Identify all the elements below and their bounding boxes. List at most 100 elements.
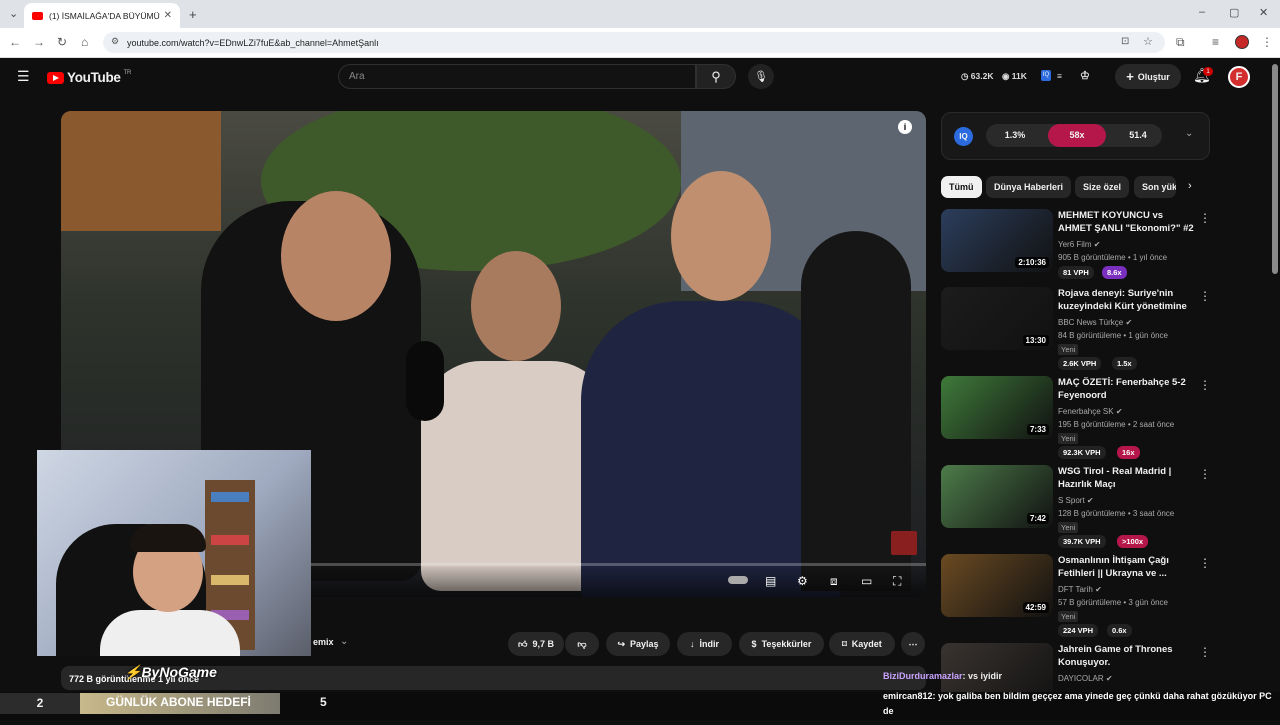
thanks-button[interactable]: $ Teşekkürler [739,632,824,656]
vph-badge: 2.6K VPH [1058,357,1102,370]
more-options-icon[interactable]: ⋮ [1199,645,1211,659]
trophy-icon[interactable]: ♔ [1080,69,1090,82]
verified-icon: ✔ [1115,407,1123,416]
download-label: İndir [699,639,720,649]
multiplier-badge: 8.6x [1102,266,1127,279]
dislike-button[interactable]: 👎︎ [565,632,599,656]
close-tab-icon[interactable]: ✕ [164,10,172,21]
chat-message: emircan812: yok galiba ben bildim geççez… [883,689,1280,719]
subtitles-icon[interactable]: ▤ [765,574,776,588]
miniplayer-icon[interactable]: ⧈ [830,574,838,589]
info-icon[interactable]: i [898,120,912,134]
address-bar[interactable]: ⚙ youtube.com/watch?v=EDnwLZi7fuE&ab_cha… [103,32,1165,53]
like-button[interactable]: 👍︎ 9,7 B [508,632,564,656]
video-thumbnail[interactable]: 7:33 [941,376,1053,439]
channel-name: DFT Tarih [1058,585,1093,594]
url-text: youtube.com/watch?v=EDnwLZi7fuE&ab_chann… [127,37,379,48]
search-input[interactable]: Ara [338,64,696,89]
verified-icon: ✔ [1125,318,1133,327]
browser-tab[interactable]: (1) İSMAİLAĞA'DA BÜYÜMÜŞ A ✕ [24,3,180,28]
create-button[interactable]: + Oluştur [1115,64,1181,89]
more-actions-button[interactable]: ⋯ [901,632,925,656]
duration-badge: 2:10:36 [1015,257,1049,268]
iq-expand-chevron-icon[interactable]: ⌄ [1185,128,1193,139]
recommendation-title[interactable]: WSG Tirol - Real Madrid | Hazırlık Maçı [1058,465,1196,491]
chip-recent[interactable]: Son yük [1134,176,1176,198]
forward-icon[interactable]: → [33,35,45,49]
youtube-play-icon [47,71,64,84]
autoplay-toggle[interactable] [728,576,748,584]
video-thumbnail[interactable]: 2:10:36 [941,209,1053,272]
recommendation-title[interactable]: MAÇ ÖZETİ: Fenerbahçe 5-2 Feyenoord [1058,376,1196,402]
more-options-icon[interactable]: ⋮ [1199,467,1211,481]
recommendation-card[interactable]: 2:10:36 MEHMET KOYUNCU vs AHMET ŞANLI "Ek… [941,209,1216,291]
recommendation-title[interactable]: Rojava deneyi: Suriye'nin kuzeyindeki Kü… [1058,287,1196,313]
chip-scroll-right-icon[interactable]: › [1188,180,1192,192]
theater-mode-icon[interactable]: ▭ [861,574,872,588]
minimize-icon[interactable]: – [1199,6,1205,18]
save-button[interactable]: ⌑ Kaydet [829,632,895,656]
recommendation-channel[interactable]: Fenerbahçe SK ✔ [1058,407,1123,416]
bookmark-star-icon[interactable]: ☆ [1143,35,1153,48]
maximize-icon[interactable]: ▢ [1229,6,1239,19]
reload-icon[interactable]: ↻ [57,35,67,49]
fullscreen-icon[interactable]: ⛶ [893,574,901,589]
more-options-icon[interactable]: ⋮ [1199,211,1211,225]
account-avatar[interactable]: F [1228,66,1250,88]
back-icon[interactable]: ← [9,35,21,49]
chip-world-news[interactable]: Dünya Haberleri [986,176,1072,198]
hamburger-menu-icon[interactable]: ☰ [17,68,30,85]
chip-for-you[interactable]: Size özel [1075,176,1130,198]
profile-icon[interactable] [1235,35,1249,49]
brand-mark-icon: ⚡ [124,664,142,680]
close-window-icon[interactable]: ✕ [1259,6,1268,19]
settings-gear-icon[interactable]: ⚙ [797,574,808,588]
search-button[interactable]: ⚲ [696,64,736,89]
recommendation-card[interactable]: 7:33 MAÇ ÖZETİ: Fenerbahçe 5-2 Feyenoord F… [941,376,1216,459]
tab-list-icon[interactable]: ⌄ [9,7,18,20]
recommendation-card[interactable]: 42:59 Osmanlının İhtişam Çağı Fetihleri |… [941,554,1216,637]
page-scrollbar[interactable] [1272,64,1278,274]
thanks-label: Teşekkürler [761,639,812,649]
share-button[interactable]: ↪ Paylaş [606,632,670,656]
youtube-logo[interactable]: YouTube TR [47,70,131,85]
install-app-icon[interactable]: ⊡ [1121,36,1129,47]
more-options-icon[interactable]: ⋮ [1199,289,1211,303]
download-button[interactable]: ↓ İndir [677,632,732,656]
more-options-icon[interactable]: ⋮ [1199,378,1211,392]
browser-menu-icon[interactable]: ⋮ [1261,35,1273,49]
home-icon[interactable]: ⌂ [81,35,88,49]
plus-icon: + [1126,69,1134,84]
list-icon[interactable]: ≡ [1057,71,1062,81]
chevron-down-icon[interactable]: ⌄ [340,636,348,647]
recommendation-channel[interactable]: DAYICOLAR ✔ [1058,674,1113,683]
media-control-icon[interactable]: ≡ [1212,35,1219,49]
channel-name-fragment[interactable]: emix [313,637,334,647]
channel-watermark[interactable] [891,531,917,555]
mic-icon: 🎙 [754,71,768,83]
iq-metric-percent: 1.3% [1004,130,1026,140]
more-options-icon[interactable]: ⋮ [1199,556,1211,570]
multiplier-badge: 0.6x [1107,624,1132,637]
recommendation-channel[interactable]: S Sport ✔ [1058,496,1094,505]
recommendation-title[interactable]: Jahrein Game of Thrones Konuşuyor. [1058,643,1196,669]
site-info-icon[interactable]: ⚙ [111,36,119,47]
video-thumbnail[interactable]: 7:42 [941,465,1053,528]
video-thumbnail[interactable]: 42:59 [941,554,1053,617]
recommendation-card[interactable]: 13:30 Rojava deneyi: Suriye'nin kuzeyinde… [941,287,1216,370]
video-thumbnail[interactable]: 13:30 [941,287,1053,350]
extensions-icon[interactable]: ⧉ [1176,35,1185,50]
multiplier-badge: 16x [1117,446,1140,459]
chip-all[interactable]: Tümü [941,176,982,198]
recommendation-channel[interactable]: BBC News Türkçe ✔ [1058,318,1132,327]
recommendation-title[interactable]: Osmanlının İhtişam Çağı Fetihleri || Ukr… [1058,554,1196,580]
channel-name: Yer6 Film [1058,240,1092,249]
goal-current: 2 [0,693,80,714]
recommendation-channel[interactable]: DFT Tarih ✔ [1058,585,1102,594]
recommendation-card[interactable]: 7:42 WSG Tirol - Real Madrid | Hazırlık M… [941,465,1216,548]
new-tab-icon[interactable]: + [189,7,197,22]
recommendation-channel[interactable]: Yer6 Film ✔ [1058,240,1100,249]
recommendation-title[interactable]: MEHMET KOYUNCU vs AHMET ŞANLI "Ekonomi?"… [1058,209,1196,235]
iq-extension-icon[interactable]: IQ [1041,70,1051,81]
voice-search-button[interactable]: 🎙 [748,64,774,89]
